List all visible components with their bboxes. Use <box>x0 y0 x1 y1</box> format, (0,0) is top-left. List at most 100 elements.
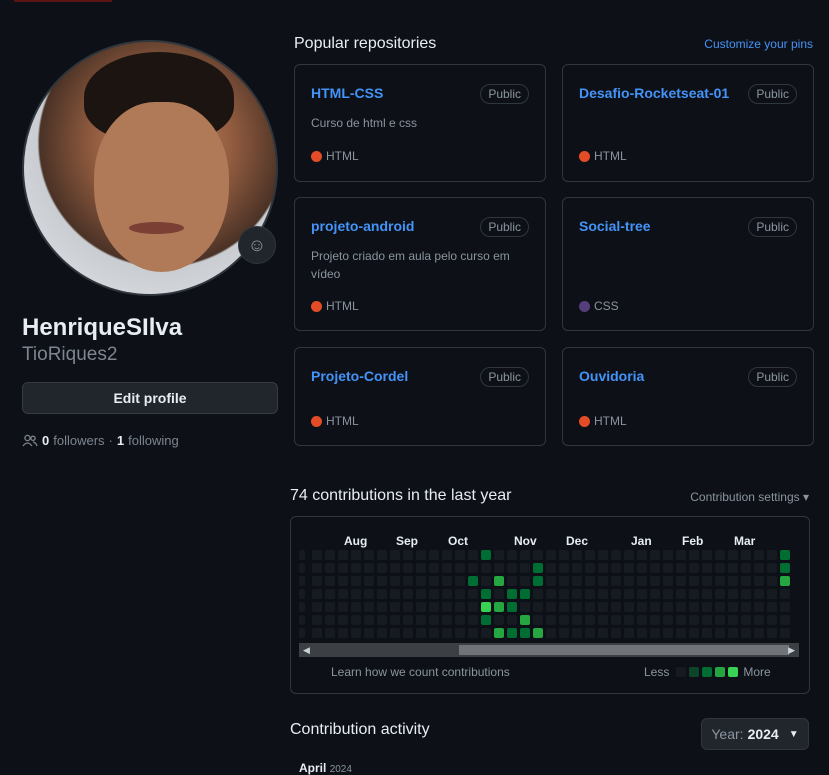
contribution-cell[interactable] <box>455 628 465 638</box>
contribution-cell[interactable] <box>377 602 387 612</box>
contribution-cell[interactable] <box>572 563 582 573</box>
contribution-cell[interactable] <box>312 615 322 625</box>
contribution-cell[interactable] <box>676 628 686 638</box>
contribution-cell[interactable] <box>676 576 686 586</box>
contribution-cell[interactable] <box>416 615 426 625</box>
contribution-cell[interactable] <box>351 550 361 560</box>
contribution-cell[interactable] <box>416 550 426 560</box>
contribution-cell[interactable] <box>481 602 491 612</box>
contribution-cell[interactable] <box>533 615 543 625</box>
contribution-cell[interactable] <box>429 563 439 573</box>
contribution-cell[interactable] <box>403 615 413 625</box>
contribution-cell[interactable] <box>533 576 543 586</box>
following-label[interactable]: following <box>128 433 179 448</box>
contribution-cell[interactable] <box>741 615 751 625</box>
contribution-cell[interactable] <box>741 563 751 573</box>
contribution-cell[interactable] <box>689 628 699 638</box>
edit-profile-button[interactable]: Edit profile <box>22 382 278 414</box>
contribution-cell[interactable] <box>533 628 543 638</box>
contribution-cell[interactable] <box>533 602 543 612</box>
contribution-cell[interactable] <box>390 589 400 599</box>
contribution-cell[interactable] <box>637 563 647 573</box>
following-count[interactable]: 1 <box>117 433 124 448</box>
contribution-cell[interactable] <box>494 550 504 560</box>
contribution-cell[interactable] <box>351 576 361 586</box>
contribution-cell[interactable] <box>546 602 556 612</box>
contribution-cell[interactable] <box>780 589 790 599</box>
contribution-cell[interactable] <box>481 589 491 599</box>
scroll-left-icon[interactable]: ◀ <box>303 643 310 657</box>
contribution-cell[interactable] <box>455 615 465 625</box>
contribution-cell[interactable] <box>702 550 712 560</box>
contribution-cell[interactable] <box>559 563 569 573</box>
contribution-cell[interactable] <box>299 563 305 573</box>
contribution-cell[interactable] <box>676 602 686 612</box>
contribution-cell[interactable] <box>299 628 305 638</box>
contribution-cell[interactable] <box>780 576 790 586</box>
contribution-cell[interactable] <box>325 628 335 638</box>
contribution-cell[interactable] <box>468 628 478 638</box>
contribution-cell[interactable] <box>767 589 777 599</box>
contribution-cell[interactable] <box>325 602 335 612</box>
contribution-cell[interactable] <box>546 576 556 586</box>
contribution-cell[interactable] <box>637 550 647 560</box>
learn-contributions-link[interactable]: Learn how we count contributions <box>331 665 510 679</box>
contribution-cell[interactable] <box>689 589 699 599</box>
repo-name-link[interactable]: Projeto-Cordel <box>311 368 408 384</box>
contribution-cell[interactable] <box>403 563 413 573</box>
contribution-cell[interactable] <box>650 589 660 599</box>
repo-name-link[interactable]: Ouvidoria <box>579 368 644 384</box>
contribution-cell[interactable] <box>598 550 608 560</box>
graph-scrollbar[interactable]: ◀ ▶ <box>299 643 799 657</box>
contribution-cell[interactable] <box>585 602 595 612</box>
contribution-cell[interactable] <box>507 563 517 573</box>
contribution-cell[interactable] <box>663 550 673 560</box>
contribution-cell[interactable] <box>715 602 725 612</box>
contribution-cell[interactable] <box>442 576 452 586</box>
contribution-cell[interactable] <box>520 628 530 638</box>
contribution-cell[interactable] <box>585 563 595 573</box>
contribution-cell[interactable] <box>338 628 348 638</box>
contribution-cell[interactable] <box>598 563 608 573</box>
contribution-cell[interactable] <box>533 550 543 560</box>
contribution-cell[interactable] <box>702 602 712 612</box>
contribution-cell[interactable] <box>663 628 673 638</box>
contribution-cell[interactable] <box>767 628 777 638</box>
repo-name-link[interactable]: HTML-CSS <box>311 85 383 101</box>
contribution-cell[interactable] <box>650 615 660 625</box>
contribution-cell[interactable] <box>546 589 556 599</box>
contribution-cell[interactable] <box>754 563 764 573</box>
contribution-cell[interactable] <box>689 563 699 573</box>
contribution-cell[interactable] <box>533 563 543 573</box>
contribution-cell[interactable] <box>442 550 452 560</box>
contribution-cell[interactable] <box>442 602 452 612</box>
contribution-cell[interactable] <box>715 550 725 560</box>
contribution-cell[interactable] <box>416 602 426 612</box>
contribution-cell[interactable] <box>338 550 348 560</box>
contribution-cell[interactable] <box>741 602 751 612</box>
year-select-button[interactable]: Year: 2024 ▼ <box>701 718 809 750</box>
contribution-cell[interactable] <box>663 615 673 625</box>
contribution-cell[interactable] <box>338 602 348 612</box>
contribution-cell[interactable] <box>364 628 374 638</box>
contribution-cell[interactable] <box>637 576 647 586</box>
contribution-cell[interactable] <box>468 602 478 612</box>
contribution-cell[interactable] <box>559 628 569 638</box>
contribution-cell[interactable] <box>702 576 712 586</box>
contribution-cell[interactable] <box>663 576 673 586</box>
contribution-cell[interactable] <box>598 576 608 586</box>
contribution-cell[interactable] <box>403 550 413 560</box>
contribution-cell[interactable] <box>533 589 543 599</box>
contribution-cell[interactable] <box>325 589 335 599</box>
contribution-cell[interactable] <box>780 550 790 560</box>
contribution-cell[interactable] <box>390 563 400 573</box>
contribution-cell[interactable] <box>442 628 452 638</box>
contribution-cell[interactable] <box>728 602 738 612</box>
contribution-cell[interactable] <box>663 563 673 573</box>
contribution-cell[interactable] <box>663 602 673 612</box>
contribution-cell[interactable] <box>377 576 387 586</box>
contribution-cell[interactable] <box>390 628 400 638</box>
contribution-cell[interactable] <box>741 576 751 586</box>
contribution-cell[interactable] <box>572 602 582 612</box>
contribution-cell[interactable] <box>403 589 413 599</box>
